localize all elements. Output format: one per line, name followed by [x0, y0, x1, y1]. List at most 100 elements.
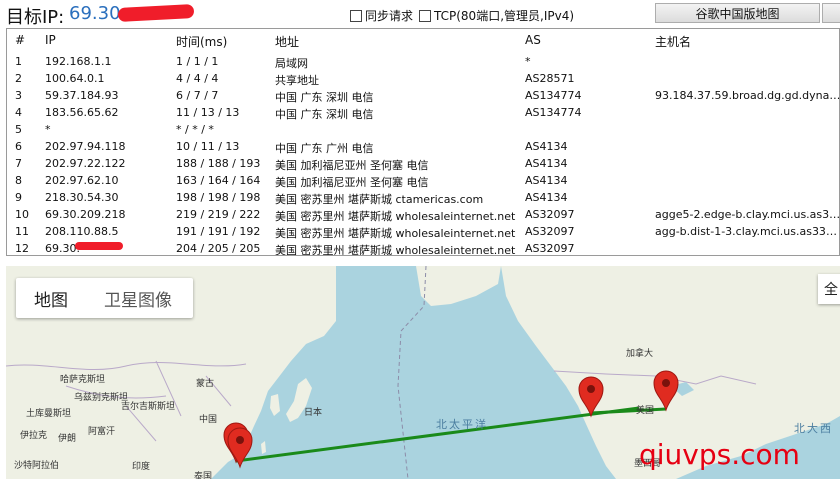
cell-index: 3 — [15, 89, 22, 102]
cell-as: AS134774 — [525, 106, 582, 119]
taiwan-land — [261, 441, 266, 454]
tcp-mode-label: TCP(80端口,管理员,IPv4) — [434, 9, 575, 23]
map-label: 乌兹别克斯坦 — [74, 393, 129, 403]
sync-request-checkbox[interactable]: 同步请求 — [350, 7, 413, 24]
cell-time: 163 / 164 / 164 — [176, 174, 261, 187]
map-label: 哈萨克斯坦 — [60, 375, 106, 385]
cell-hostname: agge5-2.edge-b.clay.mci.us.as3338... — [655, 208, 839, 221]
cell-ip: 192.168.1.1 — [45, 55, 112, 68]
cell-as: AS32097 — [525, 242, 575, 255]
checkbox-box[interactable] — [419, 9, 431, 22]
table-row[interactable]: 6 202.97.94.118 10 / 11 / 13 中国 广东 广州 电信 AS4… — [7, 138, 839, 155]
watermark: qiuvps.com — [639, 438, 800, 471]
cell-index: 11 — [15, 225, 29, 238]
cell-ip: 100.64.0.1 — [45, 72, 105, 85]
cell-as: AS4134 — [525, 157, 568, 170]
cell-time: 10 / 11 / 13 — [176, 140, 240, 153]
cell-time: 204 / 205 / 205 — [176, 242, 261, 255]
cell-address: 局域网 — [275, 57, 308, 70]
cell-time: * / * / * — [176, 123, 214, 136]
cell-index: 9 — [15, 191, 22, 204]
redaction-mark — [117, 4, 195, 22]
map-label: 日本 — [304, 408, 323, 418]
cell-time: 11 / 13 / 13 — [176, 106, 240, 119]
cell-hostname: 93.184.37.59.broad.dg.gd.dynamic... — [655, 89, 840, 102]
table-row[interactable]: 5 * * / * / * — [7, 121, 839, 138]
table-row[interactable]: 8 202.97.62.10 163 / 164 / 164 美国 加利福尼亚州 圣何… — [7, 172, 839, 189]
cell-index: 12 — [15, 242, 29, 255]
cell-ip: 202.97.94.118 — [45, 140, 126, 153]
table-row[interactable]: 11 208.110.88.5 191 / 191 / 192 美国 密苏里州 堪萨斯… — [7, 223, 840, 240]
map-label: 沙特阿拉伯 — [14, 461, 60, 471]
cell-as: AS32097 — [525, 225, 575, 238]
cell-address: 中国 广东 深圳 电信 — [275, 91, 374, 104]
cell-index: 10 — [15, 208, 29, 221]
col-header-ip[interactable]: IP — [45, 33, 170, 47]
cell-address: 中国 广东 广州 电信 — [275, 142, 374, 155]
cell-index: 6 — [15, 140, 22, 153]
col-header-address[interactable]: 地址 — [275, 33, 525, 50]
cell-address: 美国 密苏里州 堪萨斯城 wholesaleinternet.net — [275, 244, 516, 256]
table-row[interactable]: 9 218.30.54.30 198 / 198 / 198 美国 密苏里州 堪萨斯城… — [7, 189, 839, 206]
cell-address: 美国 密苏里州 堪萨斯城 ctamericas.com — [275, 193, 484, 206]
cell-address: 共享地址 — [275, 74, 319, 87]
col-header-time[interactable]: 时间(ms) — [176, 33, 274, 50]
ocean-label: 北太平洋 — [436, 418, 488, 431]
cell-time: 219 / 219 / 222 — [176, 208, 261, 221]
table-row[interactable]: 4 183.56.65.62 11 / 13 / 13 中国 广东 深圳 电信 AS13… — [7, 104, 839, 121]
checkbox-box[interactable] — [350, 9, 362, 22]
cell-ip: * — [45, 123, 51, 136]
cell-as: AS28571 — [525, 72, 575, 85]
table-row[interactable]: 2 100.64.0.1 4 / 4 / 4 共享地址 AS28571 — [7, 70, 839, 87]
cell-time: 4 / 4 / 4 — [176, 72, 219, 85]
tcp-mode-checkbox[interactable]: TCP(80端口,管理员,IPv4) — [419, 7, 574, 24]
extra-button[interactable] — [822, 3, 840, 23]
cell-as: AS4134 — [525, 191, 568, 204]
cell-time: 198 / 198 / 198 — [176, 191, 261, 204]
cell-address: 美国 密苏里州 堪萨斯城 wholesaleinternet.net — [275, 227, 516, 240]
table-header: # IP 时间(ms) 地址 AS 主机名 — [7, 29, 839, 53]
table-row[interactable]: 1 192.168.1.1 1 / 1 / 1 局域网 * — [7, 53, 839, 70]
hop-table: # IP 时间(ms) 地址 AS 主机名 1 192.168.1.1 1 / 1 … — [7, 29, 840, 256]
cell-index: 2 — [15, 72, 22, 85]
table-row[interactable]: 7 202.97.22.122 188 / 188 / 193 美国 加利福尼亚州 圣… — [7, 155, 839, 172]
map-label: 吉尔吉斯斯坦 — [121, 402, 176, 412]
table-row[interactable]: 12 69.30. 204 / 205 / 205 美国 密苏里州 堪萨斯城 whol… — [7, 240, 839, 256]
cell-ip: 202.97.62.10 — [45, 174, 119, 187]
col-header-index[interactable]: # — [15, 33, 37, 47]
fullscreen-button[interactable]: 全 — [818, 274, 840, 304]
cell-as: AS134774 — [525, 89, 582, 102]
route-map[interactable]: 地图 卫星图像 全 哈萨克斯坦 蒙古 乌兹别克斯坦 吉尔吉斯斯坦 土库曼斯坦 中… — [6, 266, 840, 479]
cell-index: 4 — [15, 106, 22, 119]
map-label: 印度 — [132, 462, 151, 472]
map-label: 泰国 — [194, 472, 213, 479]
cell-as: AS4134 — [525, 174, 568, 187]
sync-request-label: 同步请求 — [365, 9, 414, 23]
cell-index: 1 — [15, 55, 22, 68]
tab-map[interactable]: 地图 — [16, 286, 86, 311]
map-label: 美国 — [636, 406, 655, 416]
tab-satellite[interactable]: 卫星图像 — [86, 286, 190, 311]
cell-address: 美国 加利福尼亚州 圣何塞 电信 — [275, 176, 429, 189]
google-china-map-button[interactable]: 谷歌中国版地图 — [655, 3, 820, 23]
map-label: 伊朗 — [58, 434, 77, 444]
cell-address: 美国 加利福尼亚州 圣何塞 电信 — [275, 159, 429, 172]
cell-index: 7 — [15, 157, 22, 170]
col-header-as[interactable]: AS — [525, 33, 650, 47]
table-row[interactable]: 10 69.30.209.218 219 / 219 / 222 美国 密苏里州 堪萨… — [7, 206, 839, 223]
target-ip-value[interactable]: 69.30 — [69, 3, 121, 24]
hop-table-panel: # IP 时间(ms) 地址 AS 主机名 1 192.168.1.1 1 / 1 … — [6, 28, 840, 256]
col-header-hostname[interactable]: 主机名 — [655, 33, 839, 50]
target-ip-label: 目标IP: — [6, 7, 65, 28]
cell-ip: 208.110.88.5 — [45, 225, 119, 238]
cell-time: 6 / 7 / 7 — [176, 89, 219, 102]
cell-hostname: agg-b.dist-1-3.clay.mci.us.as33387.... — [655, 225, 840, 238]
date-line — [397, 266, 427, 479]
cell-address: 中国 广东 深圳 电信 — [275, 108, 374, 121]
map-type-control: 地图 卫星图像 — [16, 278, 193, 318]
map-label: 中国 — [199, 415, 218, 425]
cell-as: AS32097 — [525, 208, 575, 221]
cell-time: 188 / 188 / 193 — [176, 157, 261, 170]
table-row[interactable]: 3 59.37.184.93 6 / 7 / 7 中国 广东 深圳 电信 AS13477… — [7, 87, 840, 104]
map-label: 加拿大 — [626, 349, 654, 359]
